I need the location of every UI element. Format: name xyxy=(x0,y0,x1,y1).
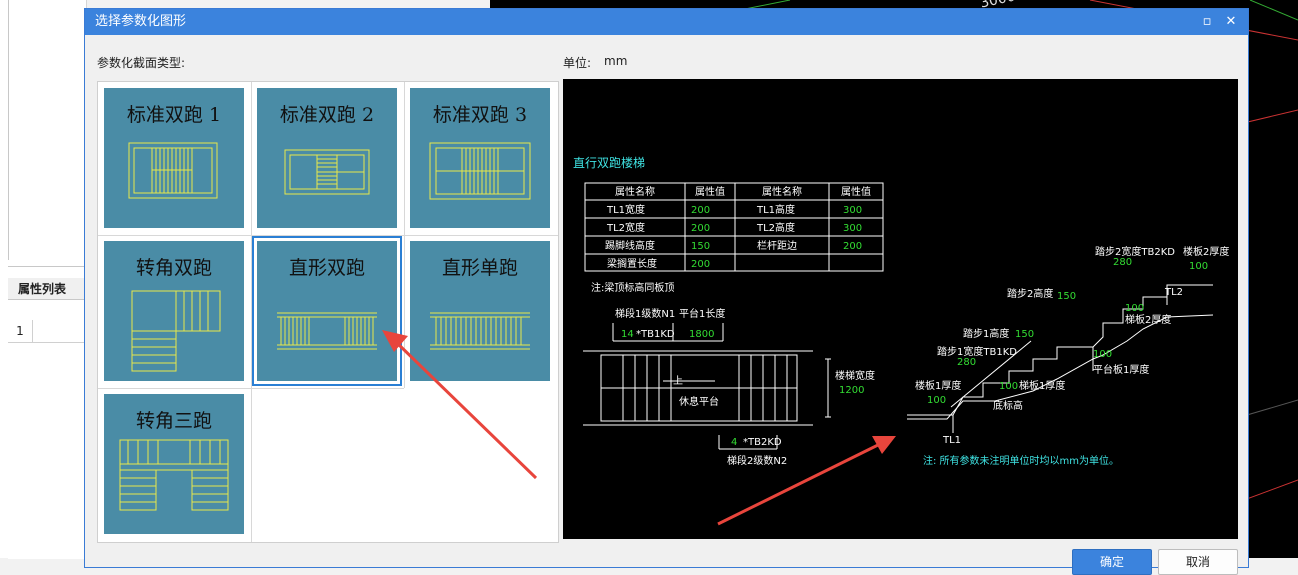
dialog-titlebar: 选择参数化图形 ▫ ✕ xyxy=(85,9,1248,35)
table-header: 属性值 xyxy=(695,185,725,198)
plan-n2-code: *TB2KD xyxy=(743,437,782,448)
tile-corner-triple-run[interactable]: 转角三跑 xyxy=(104,394,244,534)
plan-rest-label: 休息平台 xyxy=(679,395,719,408)
preview-footnote: 注: 所有参数未注明单位时均以mm为单位。 xyxy=(923,454,1119,467)
tile-standard-double-run-1[interactable]: 标准双跑 1 xyxy=(104,88,244,228)
plan-width-value: 1200 xyxy=(839,385,864,396)
close-icon[interactable]: ✕ xyxy=(1220,9,1242,35)
tile-corner-double-run[interactable]: 转角双跑 xyxy=(104,241,244,381)
section-slab1-val: 100 xyxy=(927,395,946,406)
section-run2-thick: 梯板2厚度 xyxy=(1125,313,1171,326)
grid-divider xyxy=(98,388,404,389)
cancel-button[interactable]: 取消 xyxy=(1158,549,1238,575)
section-step1-width-val: 280 xyxy=(957,357,976,368)
table-cell: 300 xyxy=(843,223,862,234)
plan-n2-value: 4 xyxy=(731,437,737,448)
unit-value: mm xyxy=(604,54,628,68)
shape-preview-canvas: 直行双跑楼梯 属性名称 属性值 属性名称 属性值 TL1宽度 200 TL1高度 xyxy=(563,79,1238,539)
tile-straight-single-run[interactable]: 直形单跑 xyxy=(410,241,550,381)
plan-view-lines xyxy=(583,323,831,450)
beam-note: 注:梁顶标高同板顶 xyxy=(591,281,674,294)
grid-divider xyxy=(251,82,252,542)
table-cell: TL1高度 xyxy=(756,203,795,216)
maximize-icon[interactable]: ▫ xyxy=(1196,9,1218,35)
ok-button[interactable]: 确定 xyxy=(1072,549,1152,575)
property-panel xyxy=(8,266,86,559)
table-cell: 踢脚线高度 xyxy=(605,239,655,252)
section-type-label: 参数化截面类型: xyxy=(97,56,186,70)
section-run1-val: 100 xyxy=(999,381,1018,392)
section-platform1-thick: 平台板1厚度 xyxy=(1093,363,1149,376)
straight-double-run-icon xyxy=(277,312,377,350)
pane-divider xyxy=(8,0,9,260)
plan-n1-code: *TB1KD xyxy=(636,329,675,340)
corner-double-run-icon xyxy=(131,290,221,372)
tile-standard-double-run-2[interactable]: 标准双跑 2 xyxy=(257,88,397,228)
section-step1-height-val: 150 xyxy=(1015,329,1034,340)
section-slab2-thick: 楼板2厚度 xyxy=(1183,245,1229,258)
standard-double-run-1-icon xyxy=(128,142,218,199)
plan-platform-value: 1800 xyxy=(689,329,714,340)
table-cell: TL2高度 xyxy=(756,221,795,234)
row-number: 1 xyxy=(8,320,33,343)
section-base-elev: 底标高 xyxy=(993,399,1023,412)
section-step2-height-val: 150 xyxy=(1057,291,1076,302)
standard-double-run-2-icon xyxy=(284,149,370,195)
plan-n1-label: 梯段1级数N1 xyxy=(615,307,675,320)
section-slab1-thick: 楼板1厚度 xyxy=(915,379,961,392)
section-tl1: TL1 xyxy=(942,435,961,446)
table-cell: 200 xyxy=(691,223,710,234)
table-header: 属性名称 xyxy=(615,185,655,198)
tile-straight-double-run[interactable]: 直形双跑 xyxy=(252,236,402,386)
preview-title: 直行双跑楼梯 xyxy=(573,155,645,170)
parametric-shape-dialog: 选择参数化图形 ▫ ✕ 参数化截面类型: 单位: mm 标准双跑 1 标准双跑 … xyxy=(84,8,1249,575)
table-cell: TL1宽度 xyxy=(606,203,645,216)
section-step2-height: 踏步2高度 xyxy=(1007,287,1053,300)
grid-divider xyxy=(98,235,558,236)
plan-platform-label: 平台1长度 xyxy=(679,307,725,320)
table-cell: 200 xyxy=(843,241,862,252)
dialog-title: 选择参数化图形 xyxy=(95,14,187,29)
row-divider xyxy=(32,342,86,343)
table-header: 属性名称 xyxy=(762,185,802,198)
section-run2-val: 100 xyxy=(1125,303,1144,314)
section-run1-thick: 梯板1厚度 xyxy=(1019,379,1065,392)
table-cell: TL2宽度 xyxy=(606,221,645,234)
section-step1-width: 踏步1宽度TB1KD xyxy=(937,345,1017,358)
straight-single-run-icon xyxy=(430,312,530,350)
table-cell: 300 xyxy=(843,205,862,216)
plan-n1-value: 14 xyxy=(621,329,634,340)
table-header: 属性值 xyxy=(841,185,871,198)
property-list-tab[interactable]: 属性列表 xyxy=(8,278,84,300)
standard-double-run-3-icon xyxy=(429,142,531,200)
plan-width-label: 楼梯宽度 xyxy=(835,369,875,382)
corner-triple-run-icon xyxy=(119,439,229,511)
table-cell: 200 xyxy=(691,205,710,216)
shape-gallery: 标准双跑 1 标准双跑 2 标准双跑 3 转角双跑 直形双跑 直形单跑 转角三跑 xyxy=(97,81,559,543)
background-left-pane: 属性列表 1 xyxy=(0,0,87,559)
section-step2-width: 踏步2宽度TB2KD xyxy=(1095,245,1175,258)
section-tl2: TL2 xyxy=(1164,287,1183,298)
tile-standard-double-run-3[interactable]: 标准双跑 3 xyxy=(410,88,550,228)
section-view-lines xyxy=(907,284,1214,433)
table-cell: 150 xyxy=(691,241,710,252)
section-platform1-val: 100 xyxy=(1093,349,1112,360)
unit-label: 单位: xyxy=(563,56,592,70)
section-step2-width-val: 280 xyxy=(1113,257,1132,268)
plan-n2-label: 梯段2级数N2 xyxy=(727,454,787,467)
table-cell: 梁搁置长度 xyxy=(607,257,657,270)
section-slab2-val: 100 xyxy=(1189,261,1208,272)
table-cell: 200 xyxy=(691,259,710,270)
section-step1-height: 踏步1高度 xyxy=(963,327,1009,340)
table-cell: 栏杆距边 xyxy=(757,239,797,252)
stair-preview-drawing: 直行双跑楼梯 属性名称 属性值 属性名称 属性值 TL1宽度 200 TL1高度 xyxy=(573,155,1229,467)
